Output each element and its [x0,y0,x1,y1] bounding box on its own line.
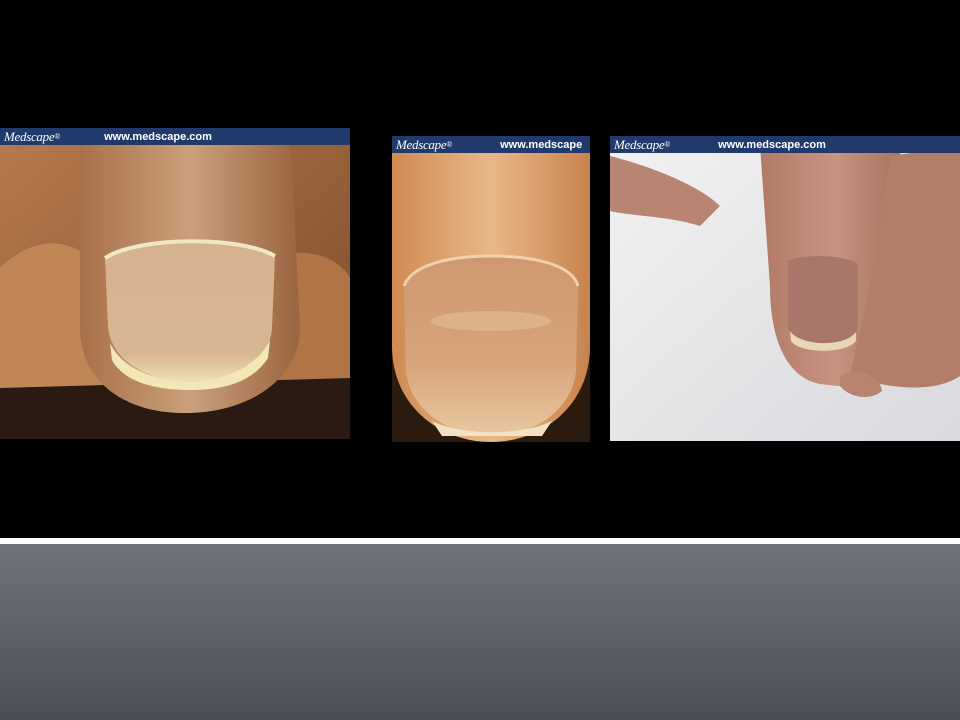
banner-url: www.medscape [500,138,583,151]
nail-image-3 [610,136,960,441]
nail-photo-2: Medscape® www.medscape [392,136,590,442]
nail-photo-3: Medscape® www.medscape.com [610,136,960,441]
banner-url: www.medscape.com [104,130,212,143]
medscape-banner: Medscape® www.medscape.com [610,136,960,153]
medscape-banner: Medscape® www.medscape.com [0,128,350,145]
nail-photo-1: Medscape® www.medscape.com [0,128,350,439]
medscape-logo: Medscape® [396,136,453,152]
nail-image-1 [0,128,350,439]
slide-caption-area [0,544,960,720]
nail-image-2 [392,136,590,442]
banner-url: www.medscape.com [718,138,826,151]
medscape-logo: Medscape® [4,128,61,144]
medscape-logo: Medscape® [614,136,671,152]
medscape-banner: Medscape® www.medscape [392,136,590,153]
